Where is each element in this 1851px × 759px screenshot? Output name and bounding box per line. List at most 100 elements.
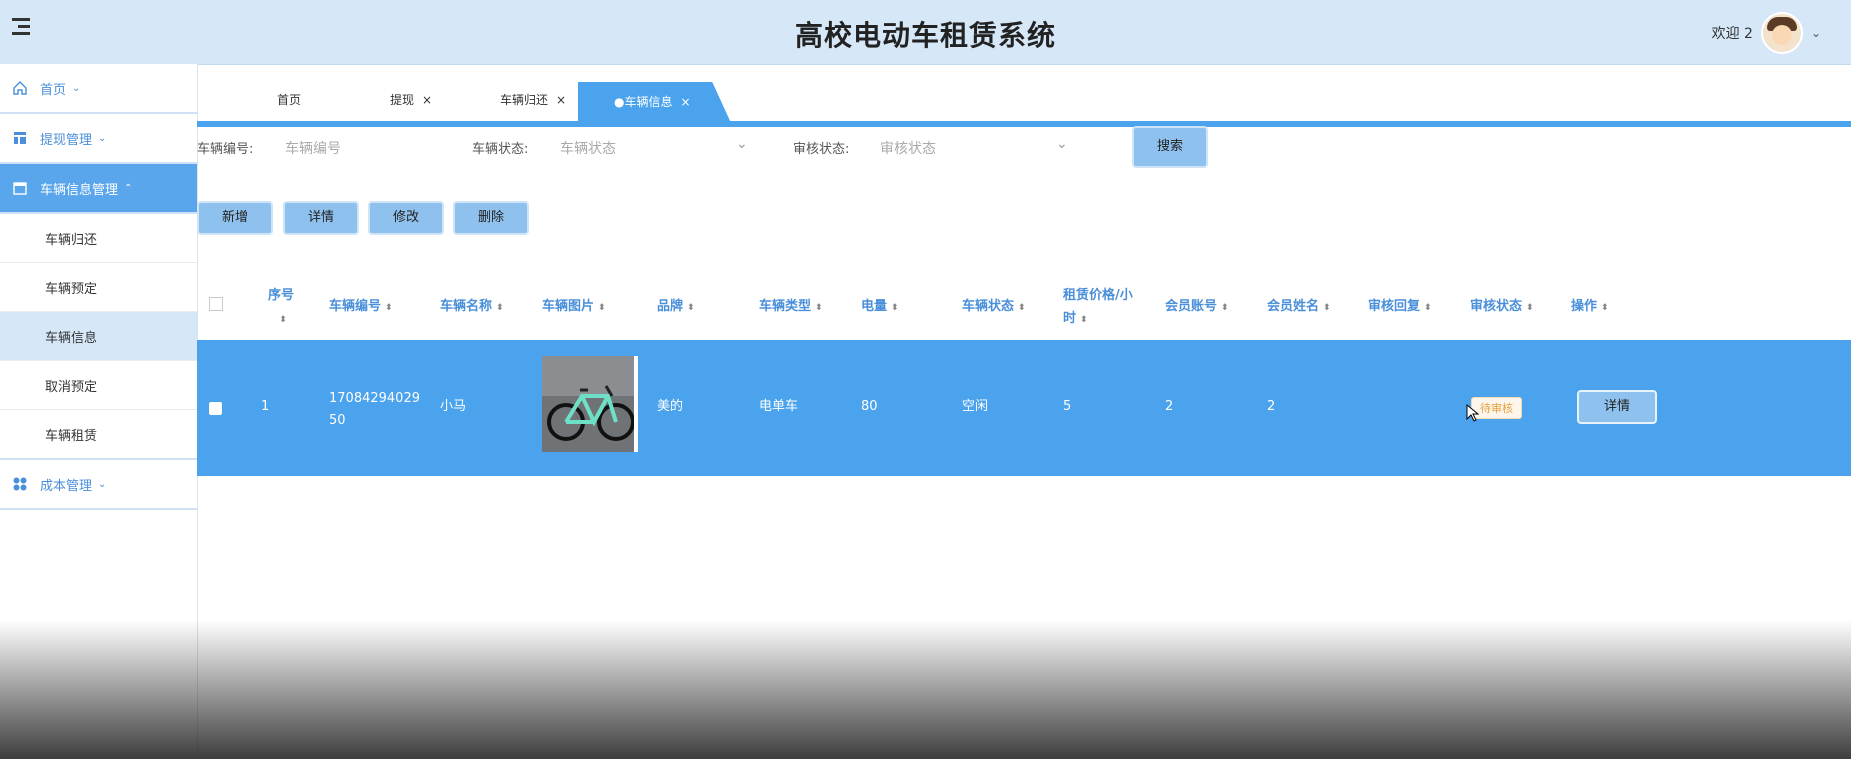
sidebar-item-label: 车辆信息管理 [40, 182, 119, 198]
column-header[interactable]: 审核状态 ⬍ [1470, 295, 1534, 320]
detail-button[interactable]: 详情 [283, 201, 359, 235]
close-icon[interactable]: × [556, 93, 566, 107]
add-button[interactable]: 新增 [197, 201, 273, 235]
app-title: 高校电动车租赁系统 [794, 19, 1056, 52]
row-detail-button[interactable]: 详情 [1577, 390, 1657, 424]
column-header[interactable]: 会员姓名 ⬍ [1267, 295, 1331, 320]
cell-price: 5 [1063, 399, 1072, 414]
tab-label: ●车辆信息 [614, 95, 673, 109]
chevron-down-icon: ⌄ [98, 478, 107, 490]
sort-icon: ⬍ [279, 315, 287, 325]
avatar[interactable] [1760, 12, 1803, 54]
chevron-up-icon: ⌃ [124, 182, 133, 194]
cell-name: 小马 [440, 399, 467, 414]
bottom-shadow-overlay [0, 620, 1851, 759]
submenu-item-vehicle-reserve[interactable]: 车辆预定 [0, 263, 197, 312]
welcome-text: 欢迎 2 [1711, 26, 1753, 42]
edit-button[interactable]: 修改 [368, 201, 444, 235]
sort-icon: ⬍ [1601, 303, 1609, 313]
sidebar: 首页 ⌄ 提现管理 ⌄ 车辆信息管理 ⌃ 车辆归还 车辆预定 车辆信息 取消预定… [0, 64, 198, 759]
column-header[interactable]: 车辆状态 ⬍ [962, 295, 1026, 320]
search-button[interactable]: 搜索 [1132, 126, 1208, 168]
select-all-checkbox[interactable] [209, 297, 223, 311]
tab-label: 车辆归还 [500, 93, 549, 107]
submenu-item-vehicle-return[interactable]: 车辆归还 [0, 214, 197, 263]
vehicle-no-label: 车辆编号: [197, 142, 254, 157]
chevron-down-icon[interactable]: ⌄ [1811, 26, 1821, 40]
cell-status: 空闲 [962, 399, 989, 414]
column-header[interactable]: 车辆类型 ⬍ [759, 295, 823, 320]
tab-underline [197, 121, 1851, 127]
column-header[interactable]: 车辆名称 ⬍ [440, 295, 504, 320]
delete-button[interactable]: 删除 [453, 201, 529, 235]
sort-icon: ⬍ [687, 303, 695, 313]
column-header[interactable]: 操作 ⬍ [1571, 295, 1609, 320]
cell-brand: 美的 [657, 399, 684, 414]
sort-icon: ⬍ [1424, 303, 1432, 313]
cell-member-name: 2 [1267, 399, 1276, 414]
sort-icon: ⬍ [1526, 303, 1534, 313]
sidebar-item-home[interactable]: 首页 ⌄ [0, 64, 197, 114]
sidebar-item-cost-management[interactable]: 成本管理 ⌄ [0, 460, 197, 510]
submenu-item-vehicle-info[interactable]: 车辆信息 [0, 312, 197, 361]
column-header[interactable]: 序号 ⬍ [261, 284, 301, 332]
chevron-down-icon: ⌄ [98, 132, 107, 144]
column-header[interactable]: 车辆图片 ⬍ [542, 295, 606, 320]
sort-icon: ⬍ [496, 303, 504, 313]
top-bar: 高校电动车租赁系统 欢迎 2 ⌄ [0, 0, 1851, 65]
submenu-item-cancel-reserve[interactable]: 取消预定 [0, 361, 197, 410]
sort-icon: ⬍ [385, 303, 393, 313]
sidebar-item-withdraw[interactable]: 提现管理 ⌄ [0, 114, 197, 164]
tab-vehicle-info[interactable]: ●车辆信息 × [578, 82, 731, 122]
submenu-item-vehicle-rental[interactable]: 车辆租赁 [0, 410, 197, 460]
column-header[interactable]: 会员账号 ⬍ [1165, 295, 1229, 320]
sidebar-item-label: 成本管理 [40, 478, 93, 494]
vehicle-image [542, 356, 638, 452]
sort-icon: ⬍ [1323, 303, 1331, 313]
cell-member-account: 2 [1165, 399, 1174, 414]
tab-label: 提现 [390, 93, 415, 107]
sort-icon: ⬍ [598, 303, 606, 313]
tab-home[interactable]: 首页 [277, 82, 301, 118]
sidebar-item-vehicle-management[interactable]: 车辆信息管理 ⌃ [0, 164, 197, 214]
row-checkbox[interactable] [209, 402, 222, 415]
vehicle-status-select[interactable]: 车辆状态 [560, 138, 616, 158]
sort-icon: ⬍ [1080, 315, 1088, 325]
audit-status-select[interactable]: 审核状态 [880, 138, 936, 158]
table-header: 序号 ⬍ 车辆编号 ⬍ 车辆名称 ⬍ 车辆图片 ⬍ 品牌 ⬍ 车辆类型 ⬍ 电量 ⬍ 车辆状态… [197, 268, 1851, 341]
chevron-down-icon: ⌄ [72, 82, 81, 94]
column-header[interactable]: 审核回复 ⬍ [1368, 295, 1432, 320]
column-header[interactable]: 电量 ⬍ [861, 295, 899, 320]
column-header[interactable]: 租赁价格/小时 ⬍ [1063, 284, 1143, 332]
user-menu[interactable]: 欢迎 2 ⌄ [1712, 12, 1821, 54]
close-icon[interactable]: × [422, 93, 432, 107]
vehicle-no-input[interactable]: 车辆编号 [285, 138, 341, 158]
column-header[interactable]: 品牌 ⬍ [657, 295, 695, 320]
sidebar-item-label: 首页 [40, 82, 67, 98]
sort-icon: ⬍ [815, 303, 823, 313]
cell-battery: 80 [861, 399, 878, 414]
cell-type: 电单车 [759, 399, 799, 414]
close-icon[interactable]: × [680, 95, 690, 109]
audit-status-label: 审核状态: [793, 142, 850, 157]
vehicle-table: 序号 ⬍ 车辆编号 ⬍ 车辆名称 ⬍ 车辆图片 ⬍ 品牌 ⬍ 车辆类型 ⬍ 电量 ⬍ 车辆状态… [197, 268, 1851, 476]
sidebar-item-label: 提现管理 [40, 132, 93, 148]
home-icon [13, 81, 27, 95]
sort-icon: ⬍ [891, 303, 899, 313]
cell-vehicle-no: 1708429402950 [329, 391, 420, 428]
tab-withdraw[interactable]: 提现 × [390, 82, 432, 118]
chevron-down-icon[interactable]: ⌄ [1056, 136, 1068, 152]
layout-icon [14, 132, 26, 144]
tab-label: 首页 [277, 93, 302, 107]
column-header[interactable]: 车辆编号 ⬍ [329, 295, 393, 320]
sort-icon: ⬍ [1018, 303, 1026, 313]
mouse-cursor-icon [1466, 404, 1480, 422]
table-row[interactable]: 1 1708429402950 小马 美的 电单车 80 空闲 5 2 2 待审… [197, 340, 1851, 476]
grid-icon [13, 477, 27, 491]
chevron-down-icon[interactable]: ⌄ [736, 136, 748, 152]
search-filters: 车辆编号: 车辆编号 车辆状态: 车辆状态 ⌄ 审核状态: 审核状态 ⌄ 搜索 [197, 126, 1851, 178]
vehicle-status-label: 车辆状态: [472, 142, 529, 157]
cell-index: 1 [261, 399, 270, 414]
tab-bar: 首页 提现 × 车辆归还 × ●车辆信息 × [197, 64, 1851, 122]
tab-vehicle-return[interactable]: 车辆归还 × [500, 82, 566, 118]
